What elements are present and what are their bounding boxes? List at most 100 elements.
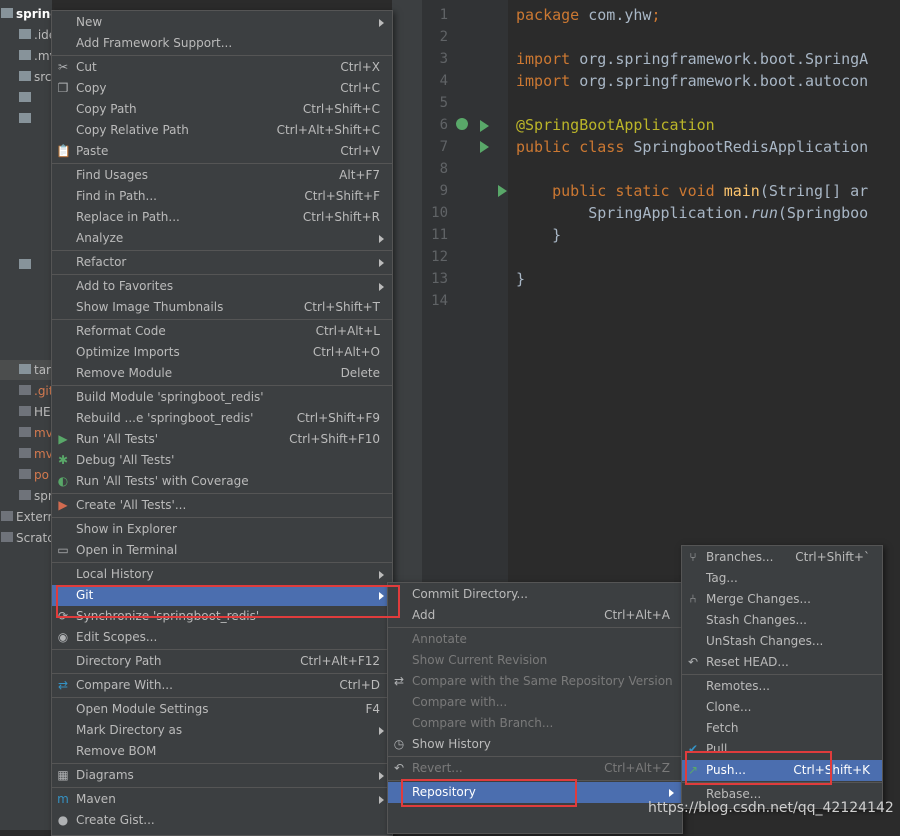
code-line[interactable]: } bbox=[516, 268, 525, 290]
tree-row[interactable]: .ide bbox=[0, 25, 52, 45]
menu-item-compare-with-branch[interactable]: Compare with Branch... bbox=[388, 713, 682, 734]
code-line[interactable]: } bbox=[516, 224, 561, 246]
tree-row[interactable]: HE bbox=[0, 402, 52, 422]
spring-bean-icon[interactable] bbox=[456, 118, 468, 130]
tree-row[interactable]: .git bbox=[0, 381, 52, 401]
tree-row-label: HE bbox=[34, 405, 51, 419]
menu-item-commit-directory[interactable]: Commit Directory... bbox=[388, 584, 682, 605]
menu-item-add-to-favorites[interactable]: Add to Favorites bbox=[52, 276, 392, 297]
menu-separator bbox=[52, 697, 392, 698]
menu-separator bbox=[52, 274, 392, 275]
menu-item-remove-bom[interactable]: Remove BOM bbox=[52, 741, 392, 762]
compare-icon: ⇄ bbox=[57, 678, 69, 692]
tree-row[interactable]: po bbox=[0, 465, 52, 485]
menu-item-analyze[interactable]: Analyze bbox=[52, 228, 392, 249]
menu-item-rebuild-e-springboot-redis[interactable]: Rebuild ...e 'springboot_redis' Ctrl+Shif… bbox=[52, 408, 392, 429]
menu-item-shortcut: Ctrl+Alt+A bbox=[604, 608, 670, 622]
code-token: com.yhw bbox=[588, 6, 652, 24]
menu-item-shortcut: Ctrl+V bbox=[340, 144, 380, 158]
tree-row-label: .ide bbox=[34, 28, 52, 42]
menu-item-unstash-changes[interactable]: UnStash Changes... bbox=[682, 631, 882, 652]
menu-item-diagrams[interactable]: ▦ Diagrams bbox=[52, 765, 392, 786]
menu-item-build-module-springboot-redis[interactable]: Build Module 'springboot_redis' bbox=[52, 387, 392, 408]
menu-item-annotate[interactable]: Annotate bbox=[388, 629, 682, 650]
menu-item-label: Rebuild ...e 'springboot_redis' bbox=[76, 411, 254, 425]
menu-item-run-all-tests[interactable]: ▶ Run 'All Tests' Ctrl+Shift+F10 bbox=[52, 429, 392, 450]
tree-row[interactable] bbox=[0, 255, 52, 275]
menu-item-stash-changes[interactable]: Stash Changes... bbox=[682, 610, 882, 631]
menu-item-reset-head[interactable]: ↶ Reset HEAD... bbox=[682, 652, 882, 673]
tree-row[interactable]: mv bbox=[0, 423, 52, 443]
tree-row[interactable]: .mv bbox=[0, 46, 52, 66]
code-line[interactable]: import org.springframework.boot.autocon bbox=[516, 70, 868, 92]
menu-item-compare-with[interactable]: ⇄ Compare With... Ctrl+D bbox=[52, 675, 392, 696]
folder-icon bbox=[19, 469, 31, 479]
menu-item-copy-path[interactable]: Copy Path Ctrl+Shift+C bbox=[52, 99, 392, 120]
menu-item-copy-relative-path[interactable]: Copy Relative Path Ctrl+Alt+Shift+C bbox=[52, 120, 392, 141]
menu-item-compare-with[interactable]: Compare with... bbox=[388, 692, 682, 713]
menu-item-new[interactable]: New bbox=[52, 12, 392, 33]
menu-item-show-image-thumbnails[interactable]: Show Image Thumbnails Ctrl+Shift+T bbox=[52, 297, 392, 318]
code-token: } bbox=[516, 270, 526, 288]
menu-item-merge-changes[interactable]: ⑃ Merge Changes... bbox=[682, 589, 882, 610]
menu-item-find-in-path[interactable]: Find in Path... Ctrl+Shift+F bbox=[52, 186, 392, 207]
menu-item-revert[interactable]: ↶ Revert... Ctrl+Alt+Z bbox=[388, 758, 682, 779]
menu-item-remotes[interactable]: Remotes... bbox=[682, 676, 882, 697]
menu-item-copy[interactable]: ❐ Copy Ctrl+C bbox=[52, 78, 392, 99]
tree-row[interactable]: Scratc bbox=[0, 528, 52, 548]
code-line[interactable]: import org.springframework.boot.SpringA bbox=[516, 48, 868, 70]
menu-item-paste[interactable]: 📋 Paste Ctrl+V bbox=[52, 141, 392, 162]
menu-item-show-current-revision[interactable]: Show Current Revision bbox=[388, 650, 682, 671]
menu-item-directory-path[interactable]: Directory Path Ctrl+Alt+F12 bbox=[52, 651, 392, 672]
run-gutter-icon[interactable] bbox=[480, 141, 489, 153]
tree-row[interactable]: spr bbox=[0, 486, 52, 506]
menu-item-optimize-imports[interactable]: Optimize Imports Ctrl+Alt+O bbox=[52, 342, 392, 363]
menu-item-tag[interactable]: Tag... bbox=[682, 568, 882, 589]
code-line[interactable]: @SpringBootApplication bbox=[516, 114, 715, 136]
watermark-text: https://blog.csdn.net/qq_42124142 bbox=[648, 800, 894, 816]
menu-item-fetch[interactable]: Fetch bbox=[682, 718, 882, 739]
tree-row[interactable]: mv bbox=[0, 444, 52, 464]
code-token: import bbox=[516, 50, 580, 68]
tree-row[interactable]: Extern bbox=[0, 507, 52, 527]
tree-row[interactable] bbox=[0, 88, 52, 108]
code-line[interactable]: package com.yhw; bbox=[516, 4, 661, 26]
menu-item-branches[interactable]: ⑂ Branches... Ctrl+Shift+` bbox=[682, 547, 882, 568]
menu-item-local-history[interactable]: Local History bbox=[52, 564, 392, 585]
menu-item-add-framework-support[interactable]: Add Framework Support... bbox=[52, 33, 392, 54]
tree-row[interactable] bbox=[0, 109, 52, 129]
tree-row[interactable]: springbo bbox=[0, 4, 52, 24]
menu-separator bbox=[52, 517, 392, 518]
menu-item-find-usages[interactable]: Find Usages Alt+F7 bbox=[52, 165, 392, 186]
menu-item-clone[interactable]: Clone... bbox=[682, 697, 882, 718]
menu-item-replace-in-path[interactable]: Replace in Path... Ctrl+Shift+R bbox=[52, 207, 392, 228]
project-tree-panel[interactable]: springbo .ide .mv src tar .git HE mv mv po spr Exte… bbox=[0, 0, 52, 830]
menu-item-refactor[interactable]: Refactor bbox=[52, 252, 392, 273]
menu-item-create-all-tests[interactable]: ▶ Create 'All Tests'... bbox=[52, 495, 392, 516]
menu-item-compare-with-the-same-repository-version[interactable]: ⇄ Compare with the Same Repository Versio… bbox=[388, 671, 682, 692]
menu-item-open-module-settings[interactable]: Open Module Settings F4 bbox=[52, 699, 392, 720]
bean-icon[interactable] bbox=[480, 120, 489, 132]
menu-item-show-history[interactable]: ◷ Show History bbox=[388, 734, 682, 755]
menu-item-shortcut: Ctrl+C bbox=[340, 81, 380, 95]
menu-item-run-all-tests-with-coverage[interactable]: ◐ Run 'All Tests' with Coverage bbox=[52, 471, 392, 492]
code-line[interactable]: public static void main(String[] ar bbox=[516, 180, 868, 202]
menu-item-reformat-code[interactable]: Reformat Code Ctrl+Alt+L bbox=[52, 321, 392, 342]
code-line[interactable]: SpringApplication.run(Springboo bbox=[516, 202, 868, 224]
menu-item-create-gist[interactable]: ● Create Gist... bbox=[52, 810, 392, 831]
menu-item-open-in-terminal[interactable]: ▭ Open in Terminal bbox=[52, 540, 392, 561]
code-line[interactable]: public class SpringbootRedisApplication bbox=[516, 136, 868, 158]
menu-item-maven[interactable]: m Maven bbox=[52, 789, 392, 810]
line-number: 5 bbox=[439, 95, 448, 111]
submenu-arrow-icon bbox=[379, 283, 384, 291]
menu-item-debug-all-tests[interactable]: ✱ Debug 'All Tests' bbox=[52, 450, 392, 471]
menu-item-add[interactable]: Add Ctrl+Alt+A bbox=[388, 605, 682, 626]
tree-row[interactable]: tar bbox=[0, 360, 52, 380]
menu-item-mark-directory-as[interactable]: Mark Directory as bbox=[52, 720, 392, 741]
tree-row[interactable]: src bbox=[0, 67, 52, 87]
menu-item-remove-module[interactable]: Remove Module Delete bbox=[52, 363, 392, 384]
menu-item-cut[interactable]: ✂ Cut Ctrl+X bbox=[52, 57, 392, 78]
run-main-gutter-icon[interactable] bbox=[498, 185, 507, 197]
menu-item-show-in-explorer[interactable]: Show in Explorer bbox=[52, 519, 392, 540]
menu-item-edit-scopes[interactable]: ◉ Edit Scopes... bbox=[52, 627, 392, 648]
